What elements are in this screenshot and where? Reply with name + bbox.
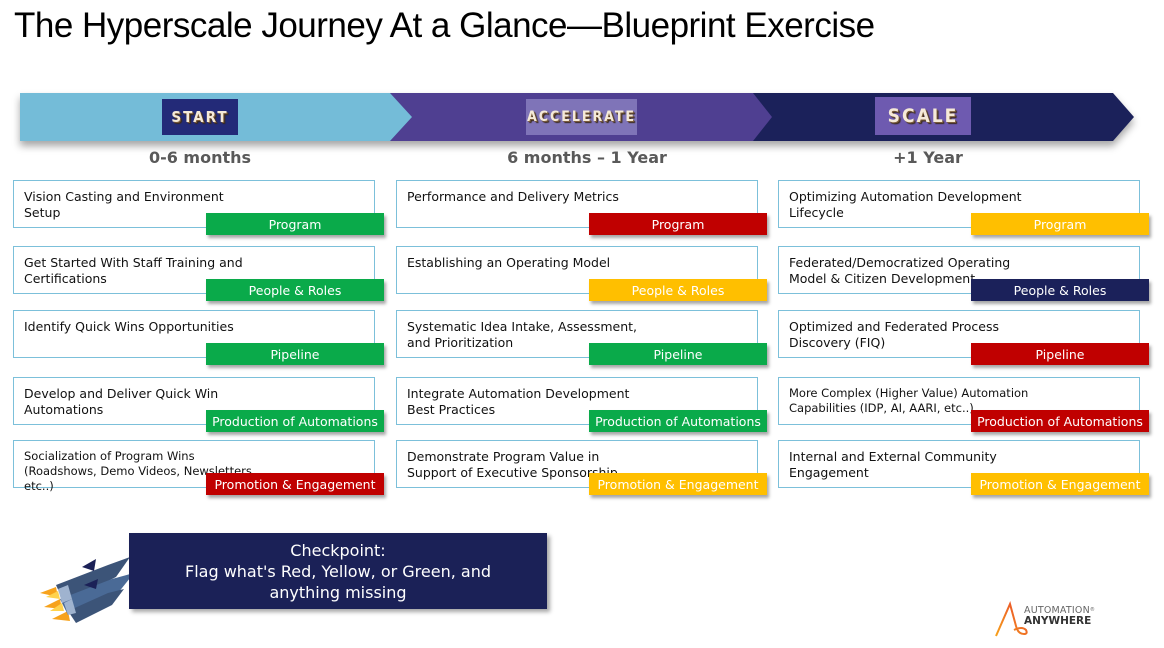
status-tag: Promotion & Engagement bbox=[589, 473, 767, 495]
checkpoint-callout: Checkpoint: Flag what's Red, Yellow, or … bbox=[129, 533, 547, 609]
status-tag: Program bbox=[589, 213, 767, 235]
status-tag: Promotion & Engagement bbox=[971, 473, 1149, 495]
status-tag: Production of Automations bbox=[971, 410, 1149, 432]
phase-range-accelerate: 6 months – 1 Year bbox=[507, 148, 667, 167]
milestone-text: Performance and Delivery Metrics bbox=[407, 189, 619, 204]
phase-range-start: 0-6 months bbox=[148, 148, 252, 167]
status-tag: Program bbox=[971, 213, 1149, 235]
status-tag: Production of Automations bbox=[589, 410, 767, 432]
automation-anywhere-logo: AUTOMATION® ANYWHERE bbox=[1024, 605, 1095, 627]
status-tag: Promotion & Engagement bbox=[206, 473, 384, 495]
status-tag: People & Roles bbox=[589, 279, 767, 301]
logo-line2: ANYWHERE bbox=[1024, 615, 1092, 627]
phase-badge-accelerate: ACCELERATE bbox=[526, 99, 637, 135]
status-tag: Pipeline bbox=[206, 343, 384, 365]
status-tag: Program bbox=[206, 213, 384, 235]
checkpoint-body: Flag what's Red, Yellow, or Green, and a… bbox=[185, 561, 491, 602]
phase-badge-start: START bbox=[162, 99, 238, 135]
status-tag: Pipeline bbox=[971, 343, 1149, 365]
milestone-text: Establishing an Operating Model bbox=[407, 255, 611, 270]
status-tag: Production of Automations bbox=[206, 410, 384, 432]
checkpoint-heading: Checkpoint: bbox=[290, 540, 386, 560]
phase-range-scale: +1 Year bbox=[893, 148, 963, 167]
milestone-text: Identify Quick Wins Opportunities bbox=[24, 319, 234, 334]
status-tag: People & Roles bbox=[971, 279, 1149, 301]
status-tag: Pipeline bbox=[589, 343, 767, 365]
phase-badge-scale: SCALE bbox=[875, 97, 971, 135]
status-tag: People & Roles bbox=[206, 279, 384, 301]
logo-registered: ® bbox=[1089, 607, 1096, 613]
rockets-icon bbox=[40, 557, 134, 623]
slide-title: The Hyperscale Journey At a Glance—Bluep… bbox=[14, 6, 875, 45]
